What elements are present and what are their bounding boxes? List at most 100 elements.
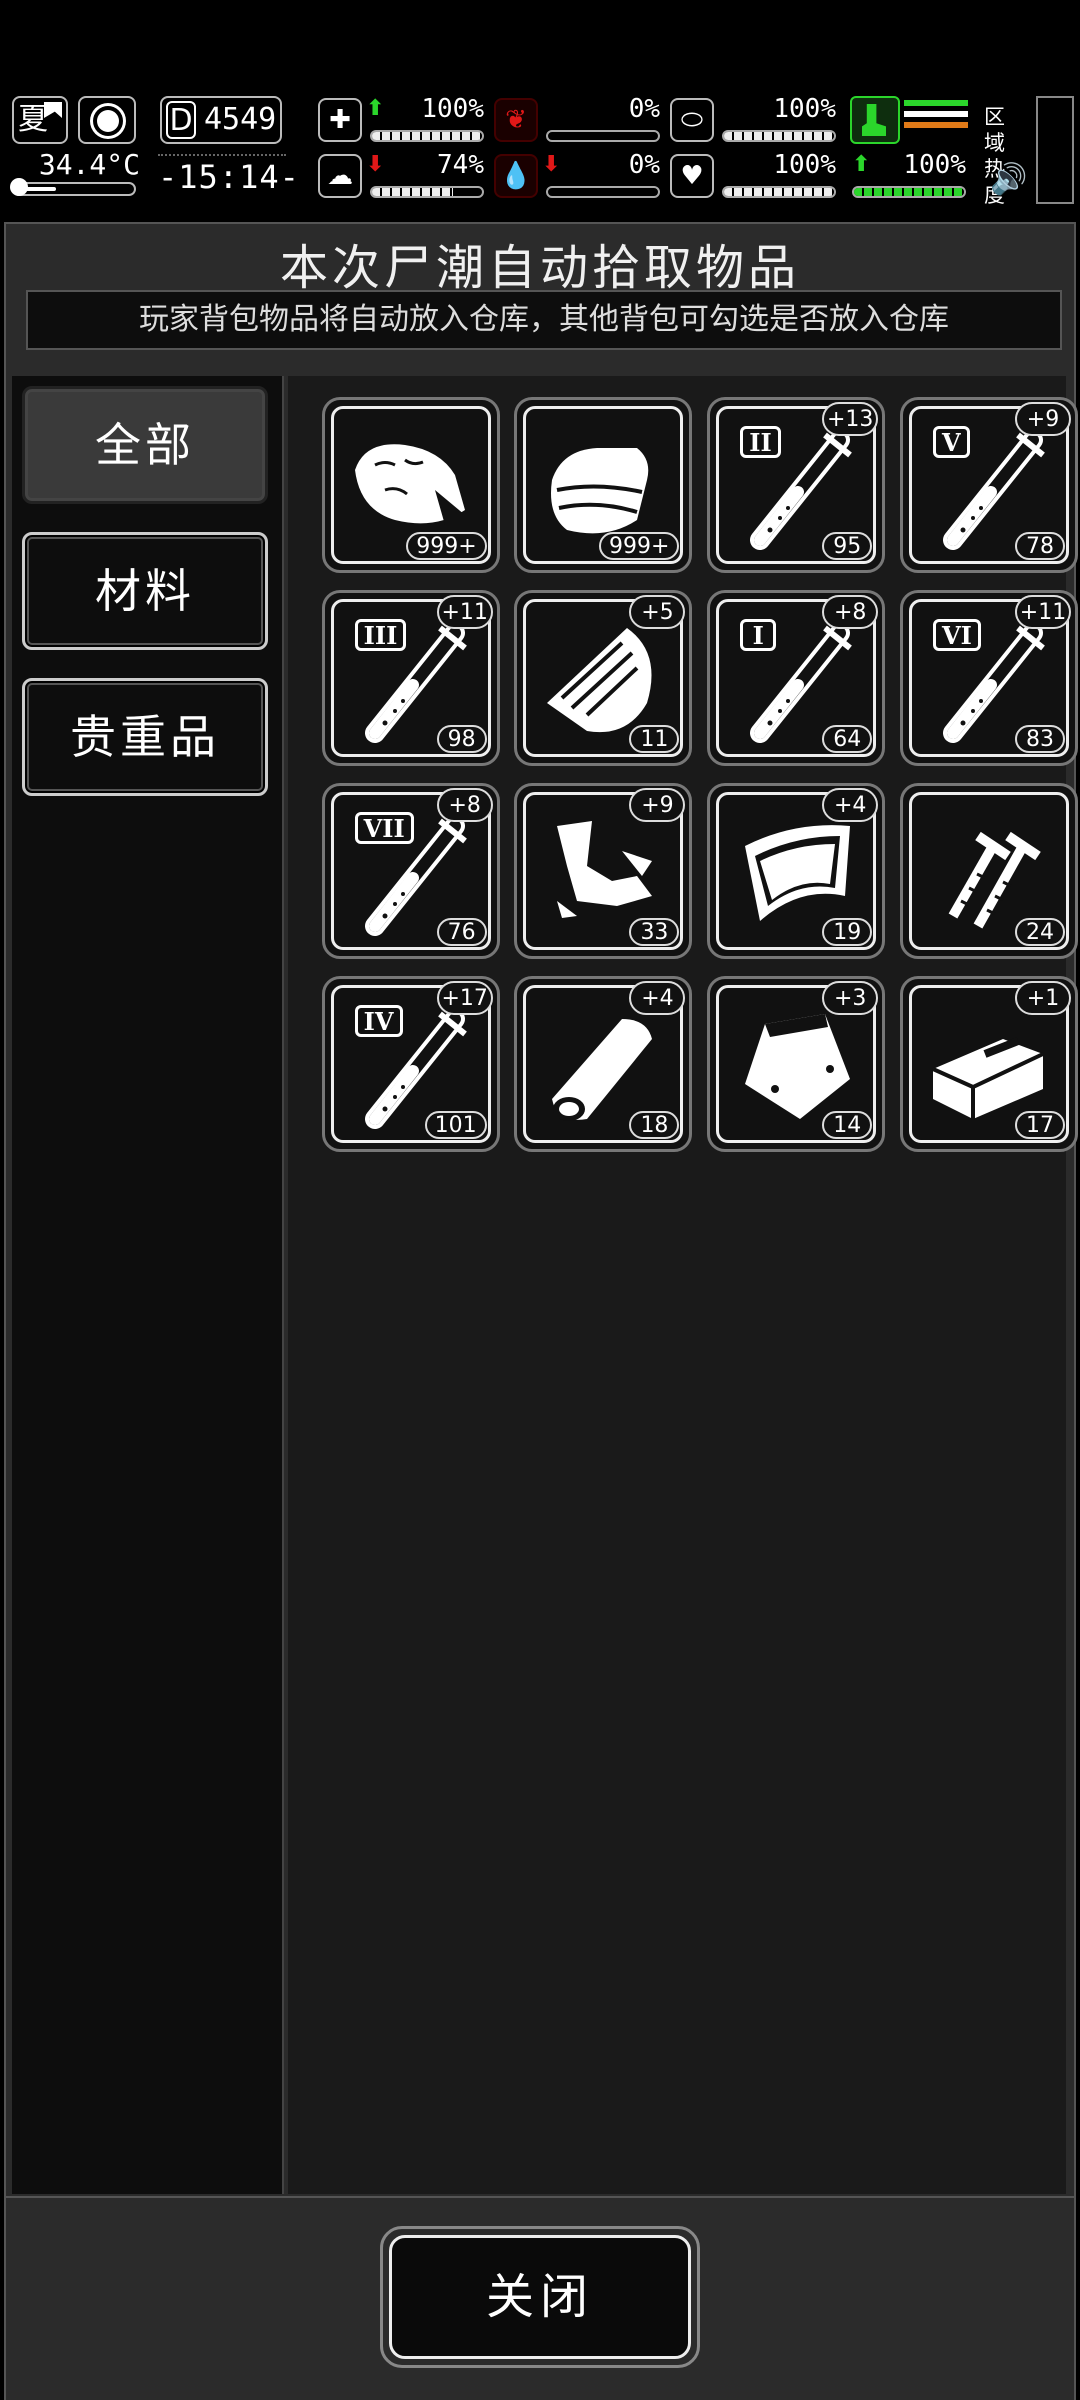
inventory-item[interactable]: +5 11	[514, 590, 693, 767]
item-bonus-badge: +9	[629, 787, 686, 822]
health-value: 100%	[421, 94, 484, 124]
tube-grade-label: IV	[354, 1004, 403, 1037]
nails-icon	[948, 831, 1041, 929]
rolled-cloth-icon	[552, 1018, 653, 1121]
temperature-fill	[20, 187, 56, 191]
heart-value: 100%	[773, 150, 836, 180]
item-count: 95	[822, 532, 873, 561]
inventory-item[interactable]: IV +17 101	[321, 975, 500, 1152]
arrow-up-icon: ⬆	[366, 96, 385, 121]
inventory-item[interactable]: 999+	[514, 397, 693, 574]
inventory-item[interactable]: V +9 78	[900, 397, 1078, 574]
pill-icon: ⬭	[670, 98, 714, 142]
tube-grade-label: I	[740, 619, 777, 652]
item-bonus-badge: +17	[436, 980, 493, 1015]
day-number: 4549	[204, 102, 277, 137]
hunger-bar	[546, 130, 660, 142]
zone-heat-meter	[1036, 96, 1074, 204]
stamina-bar	[852, 186, 966, 198]
inventory-item[interactable]: VI +11 83	[900, 590, 1078, 767]
item-count: 24	[1015, 917, 1065, 946]
raw-meat-icon	[354, 444, 465, 526]
item-count: 14	[822, 1110, 873, 1139]
auto-pickup-panel: 本次尸潮自动拾取物品 玩家背包物品将自动放入仓库，其他背包可勾选是否放入仓库 全…	[4, 222, 1078, 2198]
movement-stripes	[904, 100, 968, 140]
stamina-stat: ⬆ 100%	[850, 150, 970, 202]
sanity-stat: ☁ ⬇ 74%	[318, 150, 488, 202]
item-bonus-badge: +13	[822, 402, 879, 437]
hunger-value: 0%	[628, 94, 660, 124]
tab-valuables[interactable]: 贵重品	[22, 678, 268, 796]
blood-stat: 💧 ⬇ 0%	[494, 150, 664, 202]
heart-icon: ♥	[670, 154, 714, 198]
temperature-readout: 34.4°C	[38, 148, 140, 181]
curved-plate-icon	[745, 825, 851, 921]
item-bonus-badge: +4	[822, 787, 879, 822]
blood-bar	[546, 186, 660, 198]
panel-subtitle: 玩家背包物品将自动放入仓库，其他背包可勾选是否放入仓库	[26, 290, 1062, 350]
item-count: 999+	[406, 532, 487, 561]
inventory-item[interactable]: +1 17	[900, 975, 1078, 1152]
pill-value: 100%	[773, 94, 836, 124]
tube-grade-label: III	[354, 619, 407, 652]
inventory-item[interactable]: +4 19	[707, 782, 886, 959]
item-bonus-badge: +1	[1015, 980, 1071, 1015]
stamina-value: 100%	[903, 150, 966, 180]
heart-stat: ♥ 100%	[670, 150, 840, 202]
inventory-item[interactable]: +4 18	[514, 975, 693, 1152]
item-count: 98	[436, 725, 487, 754]
day-counter: D 4549	[160, 96, 282, 144]
arrow-up-icon: ⬆	[852, 152, 871, 177]
sanity-bar	[370, 186, 484, 198]
item-bonus-badge: +4	[629, 980, 686, 1015]
item-count: 999+	[599, 532, 680, 561]
sun-icon	[78, 96, 136, 144]
item-count: 83	[1015, 725, 1065, 754]
flag-icon	[44, 102, 62, 118]
box-icon	[932, 1037, 1044, 1119]
arrow-down-icon: ⬇	[366, 152, 385, 177]
pill-stat: ⬭ 100%	[670, 94, 840, 146]
temperature-bar	[10, 178, 136, 196]
close-button[interactable]: 关闭	[389, 2235, 691, 2359]
health-bar	[370, 130, 484, 142]
health-stat: ✚ ⬆ 100%	[318, 94, 488, 146]
panel-title: 本次尸潮自动拾取物品	[279, 240, 800, 296]
item-bonus-badge: +3	[822, 980, 879, 1015]
category-sidebar: 全部 材料 贵重品	[12, 376, 284, 2194]
tube-grade-label: V	[933, 426, 970, 459]
item-bonus-badge: +8	[822, 595, 879, 630]
blood-value: 0%	[628, 150, 660, 180]
tab-all[interactable]: 全部	[22, 386, 268, 504]
inventory-item[interactable]: VII +8 76	[321, 782, 500, 959]
tube-grade-label: VII	[354, 811, 414, 844]
tube-grade-label: VI	[933, 619, 981, 652]
tab-materials[interactable]: 材料	[22, 532, 268, 650]
brain-icon: ☁	[318, 154, 362, 198]
hud: 夏 34.4°C D 4549 -15:14- ✚ ⬆ 100% ❦ 0% ⬭ …	[0, 90, 1080, 210]
scrap-metal-icon	[557, 820, 653, 918]
inventory-item[interactable]: II +13 95	[707, 397, 886, 574]
item-bonus-badge: +11	[1015, 595, 1071, 630]
hunger-stat: ❦ 0%	[494, 94, 664, 146]
blood-drop-icon: 💧	[494, 154, 538, 198]
inventory-item[interactable]: I +8 64	[707, 590, 886, 767]
item-count: 78	[1015, 532, 1065, 561]
day-letter: D	[166, 101, 196, 139]
speaker-icon[interactable]: 🔊	[990, 162, 1027, 197]
inventory-item[interactable]: 24	[900, 782, 1078, 959]
item-count: 101	[424, 1110, 487, 1139]
stomach-icon: ❦	[494, 98, 538, 142]
inventory-item[interactable]: 999+	[321, 397, 500, 574]
inventory-item[interactable]: III +11 98	[321, 590, 500, 767]
inventory-item[interactable]: +3 14	[707, 975, 886, 1152]
boot-icon	[850, 96, 900, 144]
inventory-item[interactable]: +9 33	[514, 782, 693, 959]
close-button-frame: 关闭	[380, 2226, 700, 2368]
plastic-bag-icon	[745, 1013, 851, 1119]
tube-grade-label: II	[740, 426, 781, 459]
item-bonus-badge: +11	[436, 595, 493, 630]
item-bonus-badge: +9	[1015, 402, 1071, 437]
item-count: 19	[822, 917, 873, 946]
item-bonus-badge: +8	[436, 787, 493, 822]
